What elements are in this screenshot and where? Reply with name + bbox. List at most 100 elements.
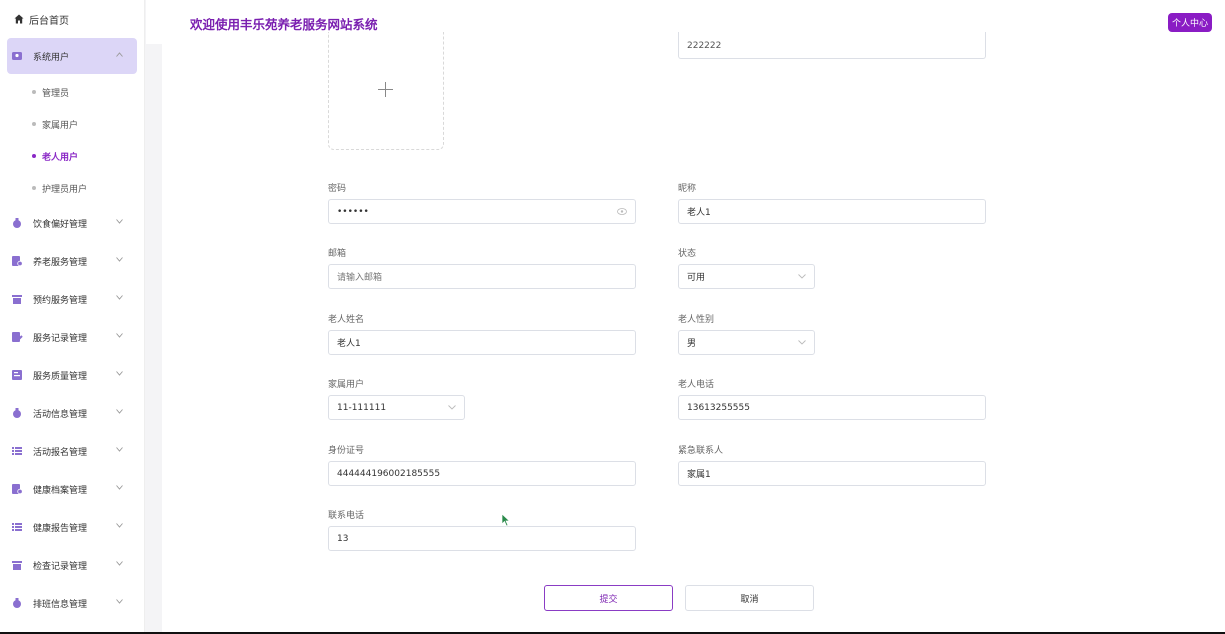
bullet-icon xyxy=(32,122,36,126)
user-group-icon xyxy=(12,52,22,60)
email-field[interactable]: 请输入邮箱 xyxy=(328,264,636,289)
sub-item-label: 管理员 xyxy=(42,88,70,99)
sidebar-item-check-records[interactable]: 检查记录管理 xyxy=(0,551,145,579)
chevron-down-icon xyxy=(116,257,123,262)
family-user-value: 11-111111 xyxy=(337,402,387,413)
sidebar-item-appointment[interactable]: 预约服务管理 xyxy=(0,285,145,313)
emergency-contact-label: 紧急联系人 xyxy=(678,446,724,456)
sidebar-sub-elder-user[interactable]: 老人用户 xyxy=(32,149,78,163)
content-gutter xyxy=(1212,44,1225,632)
sidebar-item-label: 排班信息管理 xyxy=(33,599,88,610)
list-icon xyxy=(12,523,22,531)
medal-icon xyxy=(13,218,21,228)
contact-phone-label: 联系电话 xyxy=(328,511,365,521)
sidebar-item-label: 活动报名管理 xyxy=(33,447,88,458)
eye-icon[interactable] xyxy=(617,208,627,215)
chevron-down-icon xyxy=(116,447,123,452)
chevron-down-icon xyxy=(116,485,123,490)
sidebar-item-label: 养老服务管理 xyxy=(33,257,88,268)
sidebar-item-label: 服务记录管理 xyxy=(33,333,88,344)
family-user-select[interactable]: 11-111111 xyxy=(328,395,465,420)
chevron-down-icon xyxy=(116,333,123,338)
elder-gender-value: 男 xyxy=(687,339,697,349)
email-label: 邮箱 xyxy=(328,249,347,259)
sidebar-sub-family-user[interactable]: 家属用户 xyxy=(32,117,78,131)
chevron-down-icon xyxy=(116,219,123,224)
mouse-cursor-icon xyxy=(501,513,511,527)
sidebar-item-activity-info[interactable]: 活动信息管理 xyxy=(0,399,145,427)
archive-icon xyxy=(12,295,22,304)
sidebar-item-label: 健康档案管理 xyxy=(33,485,88,496)
medal-icon xyxy=(13,408,21,418)
status-select[interactable]: 可用 xyxy=(678,264,815,289)
plus-icon xyxy=(378,82,393,97)
sidebar-item-label: 服务质量管理 xyxy=(33,371,88,382)
nickname-label: 昵称 xyxy=(678,184,697,194)
password-value: •••••• xyxy=(337,206,369,217)
sub-item-label: 护理员用户 xyxy=(42,184,88,195)
elder-gender-label: 老人性别 xyxy=(678,315,715,325)
sidebar-item-label: 健康报告管理 xyxy=(33,523,88,534)
sidebar-item-health-archive[interactable]: 健康档案管理 xyxy=(0,475,145,503)
chevron-down-icon xyxy=(116,371,123,376)
elder-phone-field[interactable]: 13613255555 xyxy=(678,395,986,420)
sidebar-home-label: 后台首页 xyxy=(29,15,69,27)
sidebar-item-activity-signup[interactable]: 活动报名管理 xyxy=(0,437,145,465)
password-label: 密码 xyxy=(328,184,347,194)
report-icon xyxy=(12,370,22,380)
sidebar-sub-admin[interactable]: 管理员 xyxy=(32,85,69,99)
bullet-icon xyxy=(32,154,36,158)
document-user-icon xyxy=(12,256,23,267)
password-field[interactable]: •••••• xyxy=(328,199,636,224)
sidebar-item-system-users[interactable]: 系统用户 xyxy=(7,38,137,74)
chevron-up-icon xyxy=(116,52,123,57)
chevron-down-icon xyxy=(116,295,123,300)
sidebar-item-diet-preference[interactable]: 饮食偏好管理 xyxy=(0,209,145,237)
bullet-icon xyxy=(32,186,36,190)
avatar-upload[interactable] xyxy=(328,32,444,150)
top-partial-input[interactable]: 222222 xyxy=(678,32,986,59)
sidebar-item-label: 检查记录管理 xyxy=(33,561,88,572)
archive-icon xyxy=(12,561,22,570)
chevron-down-icon xyxy=(116,561,123,566)
nickname-field[interactable]: 老人1 xyxy=(678,199,986,224)
sidebar-item-label: 活动信息管理 xyxy=(33,409,88,420)
list-icon xyxy=(12,447,22,455)
emergency-contact-field[interactable]: 家属1 xyxy=(678,461,986,486)
edit-document-icon xyxy=(12,332,23,342)
sidebar-item-service-records[interactable]: 服务记录管理 xyxy=(0,323,145,351)
status-value: 可用 xyxy=(687,273,706,283)
family-user-label: 家属用户 xyxy=(328,380,365,390)
chevron-down-icon xyxy=(116,409,123,414)
sidebar-home[interactable]: 后台首页 xyxy=(14,11,69,27)
app-root: 后台首页 系统用户 管理员 家属用户 老人用户 护理员用户 饮食偏好管理 养老服… xyxy=(0,0,1225,634)
page-title: 欢迎使用丰乐苑养老服务网站系统 xyxy=(190,17,378,32)
bullet-icon xyxy=(32,90,36,94)
chevron-down-icon xyxy=(116,523,123,528)
sub-item-label: 家属用户 xyxy=(42,120,79,131)
chevron-down-icon xyxy=(798,274,806,279)
sidebar-item-schedule[interactable]: 排班信息管理 xyxy=(0,589,145,617)
chevron-down-icon xyxy=(116,599,123,604)
home-icon xyxy=(14,14,24,24)
elder-name-field[interactable]: 老人1 xyxy=(328,330,636,355)
sidebar-item-health-report[interactable]: 健康报告管理 xyxy=(0,513,145,541)
document-user-icon xyxy=(12,484,23,495)
sub-item-label: 老人用户 xyxy=(42,152,79,163)
submit-button[interactable]: 提交 xyxy=(544,585,673,611)
sidebar-item-elderly-service[interactable]: 养老服务管理 xyxy=(0,247,145,275)
cancel-button[interactable]: 取消 xyxy=(685,585,814,611)
sidebar-item-service-quality[interactable]: 服务质量管理 xyxy=(0,361,145,389)
sidebar-sub-caregiver-user[interactable]: 护理员用户 xyxy=(32,181,87,195)
medal-icon xyxy=(13,598,21,608)
sidebar-item-label: 饮食偏好管理 xyxy=(33,219,88,230)
chevron-down-icon xyxy=(798,340,806,345)
user-center-button[interactable]: 个人中心 xyxy=(1168,13,1212,32)
sidebar-item-label: 系统用户 xyxy=(33,52,70,63)
sidebar: 后台首页 系统用户 管理员 家属用户 老人用户 护理员用户 饮食偏好管理 养老服… xyxy=(0,0,145,632)
elder-phone-label: 老人电话 xyxy=(678,380,715,390)
elder-gender-select[interactable]: 男 xyxy=(678,330,815,355)
contact-phone-field[interactable]: 13 xyxy=(328,526,636,551)
status-label: 状态 xyxy=(678,249,697,259)
id-card-field[interactable]: 444444196002185555 xyxy=(328,461,636,486)
